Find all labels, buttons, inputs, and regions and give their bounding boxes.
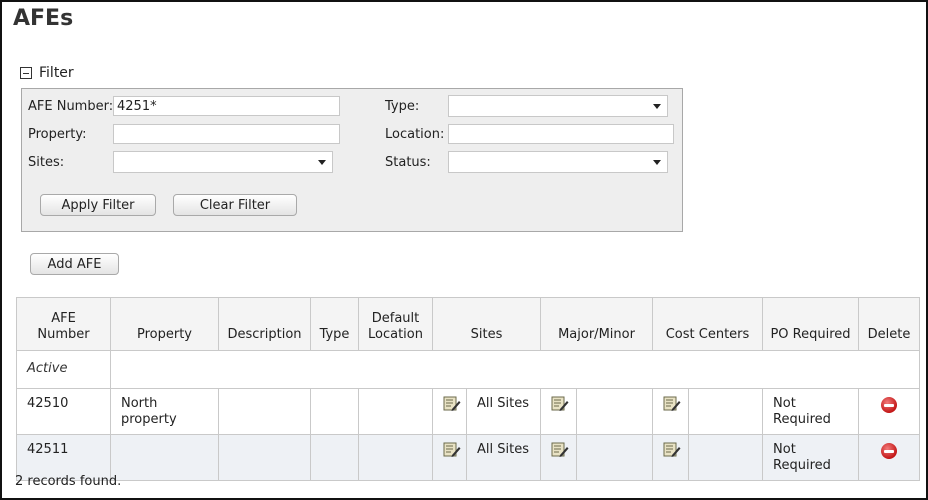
col-type[interactable]: Type <box>310 297 359 351</box>
sites-cell: All Sites <box>465 434 542 481</box>
col-cost-centers[interactable]: Cost Centers <box>652 297 764 351</box>
type-label: Type: <box>385 99 420 114</box>
table-row: 42510 North property All Sites Not Requi… <box>16 388 921 435</box>
description-cell <box>218 434 311 481</box>
table-header-row: AFE Number Property Description Type Def… <box>16 297 921 351</box>
table-row: 42511 All Sites Not Required <box>16 434 921 481</box>
afe-table: AFE Number Property Description Type Def… <box>16 297 921 481</box>
delete-cell[interactable] <box>858 434 921 481</box>
collapse-icon[interactable] <box>20 67 32 79</box>
sites-edit-cell[interactable] <box>432 388 467 435</box>
group-filler <box>109 350 921 389</box>
edit-note-icon[interactable] <box>443 396 461 412</box>
location-input[interactable] <box>448 124 674 144</box>
cost-centers-edit-cell[interactable] <box>652 388 690 435</box>
col-default-location[interactable]: Default Location <box>358 297 433 351</box>
chevron-down-icon <box>318 160 326 165</box>
group-label: Active <box>16 350 111 389</box>
col-po-required[interactable]: PO Required <box>762 297 860 351</box>
po-required-cell: Not Required <box>762 388 860 435</box>
location-label: Location: <box>385 127 445 142</box>
col-afe-number[interactable]: AFE Number <box>16 297 111 351</box>
chevron-down-icon <box>653 104 661 109</box>
edit-note-icon[interactable] <box>551 442 569 458</box>
default-location-cell <box>358 388 433 435</box>
edit-note-icon[interactable] <box>663 442 681 458</box>
apply-filter-button[interactable]: Apply Filter <box>40 194 156 216</box>
delete-cell[interactable] <box>858 388 921 435</box>
property-label: Property: <box>28 127 87 142</box>
group-row-active: Active <box>16 350 921 389</box>
property-cell <box>110 434 219 481</box>
col-major-minor[interactable]: Major/Minor <box>540 297 654 351</box>
col-description[interactable]: Description <box>218 297 311 351</box>
major-minor-edit-cell[interactable] <box>540 434 578 481</box>
afe-number-link[interactable]: 42510 <box>16 388 111 435</box>
filter-toggle[interactable]: Filter <box>20 64 74 82</box>
sites-label: Sites: <box>28 155 65 170</box>
default-location-cell <box>358 434 433 481</box>
po-required-cell: Not Required <box>762 434 860 481</box>
filter-panel: AFE Number: Property: Sites: Type: Locat… <box>21 88 683 232</box>
major-minor-cell <box>576 388 654 435</box>
sites-select[interactable] <box>113 151 333 173</box>
cost-centers-cell <box>688 434 764 481</box>
status-label: Status: <box>385 155 431 170</box>
col-property[interactable]: Property <box>110 297 219 351</box>
cost-centers-cell <box>688 388 764 435</box>
major-minor-edit-cell[interactable] <box>540 388 578 435</box>
edit-note-icon[interactable] <box>551 396 569 412</box>
delete-circle-icon[interactable] <box>881 397 898 413</box>
type-cell <box>310 434 359 481</box>
sites-cell: All Sites <box>465 388 542 435</box>
delete-circle-icon[interactable] <box>881 443 898 459</box>
afe-number-label: AFE Number: <box>28 99 114 114</box>
sites-edit-cell[interactable] <box>432 434 467 481</box>
status-select[interactable] <box>448 151 668 173</box>
add-afe-button[interactable]: Add AFE <box>30 253 119 275</box>
description-cell <box>218 388 311 435</box>
chevron-down-icon <box>653 160 661 165</box>
clear-filter-button[interactable]: Clear Filter <box>173 194 297 216</box>
property-input[interactable] <box>113 124 340 144</box>
edit-note-icon[interactable] <box>663 396 681 412</box>
filter-label: Filter <box>39 65 74 81</box>
col-delete: Delete <box>858 297 921 351</box>
edit-note-icon[interactable] <box>443 442 461 458</box>
property-cell: North property <box>110 388 219 435</box>
type-select[interactable] <box>448 95 668 117</box>
afe-number-input[interactable] <box>113 96 340 116</box>
col-sites[interactable]: Sites <box>431 297 542 351</box>
major-minor-cell <box>576 434 654 481</box>
page-title: AFEs <box>13 6 74 31</box>
cost-centers-edit-cell[interactable] <box>652 434 690 481</box>
records-count: 2 records found. <box>15 474 122 489</box>
type-cell <box>310 388 359 435</box>
